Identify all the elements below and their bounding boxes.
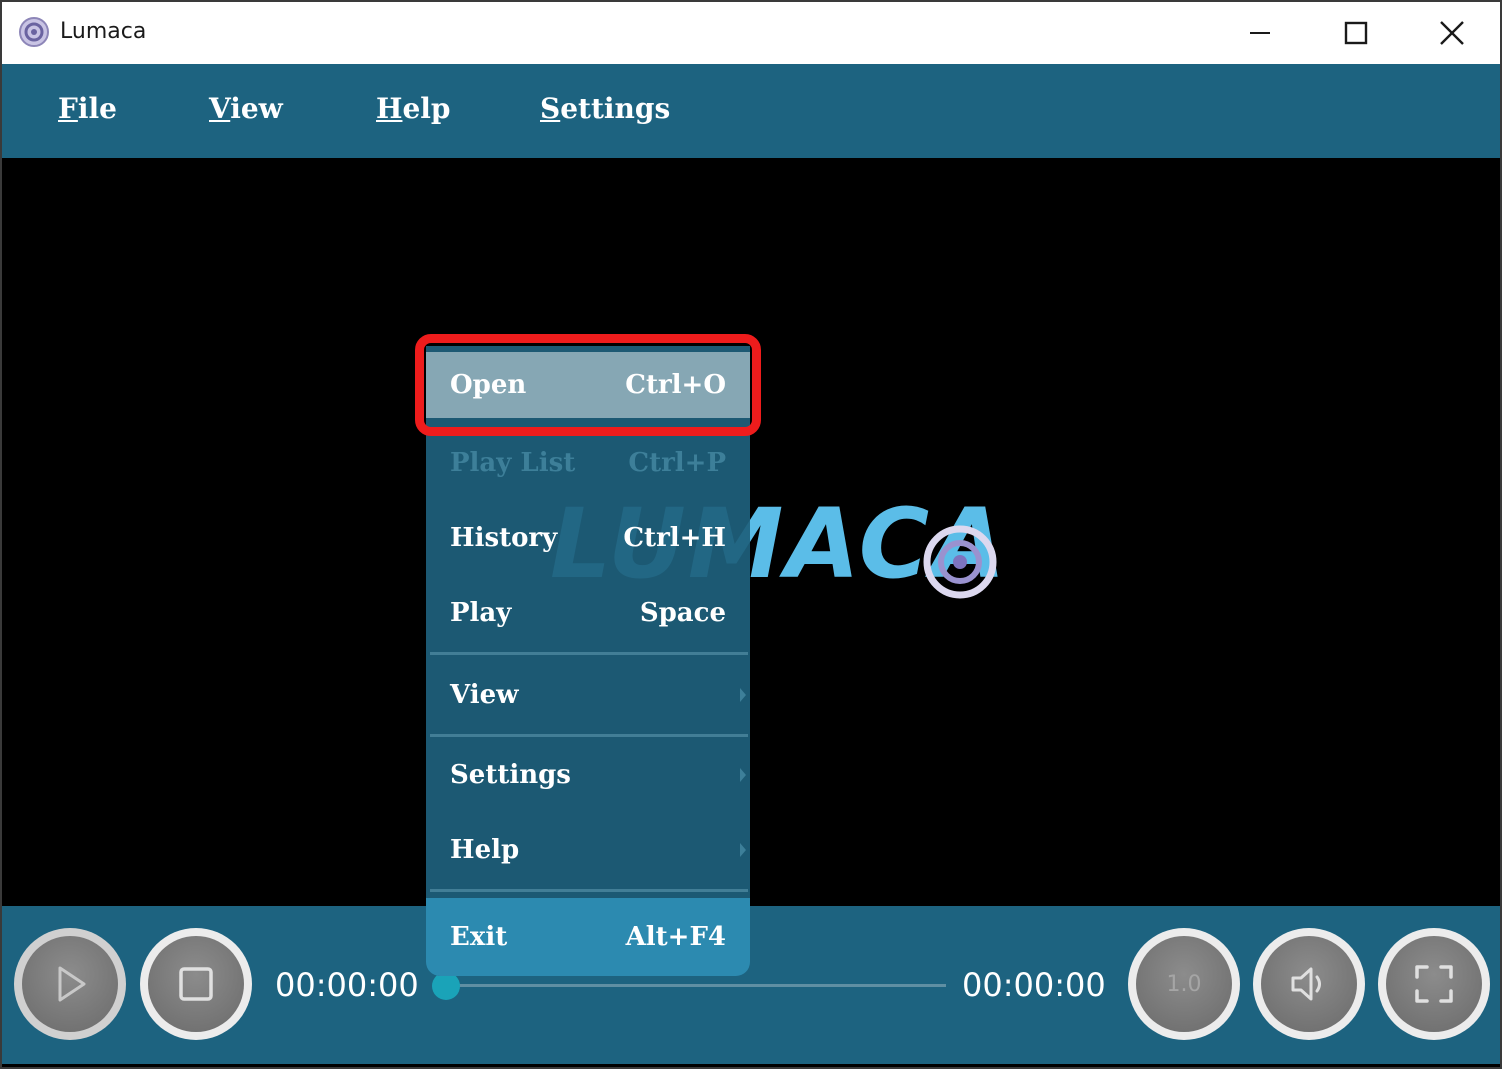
menu-item-history-label: History bbox=[450, 523, 558, 553]
menu-item-exit[interactable]: Exit Alt+F4 bbox=[426, 898, 750, 976]
menu-bar: File View Help Settings bbox=[2, 64, 1500, 158]
stop-button-face bbox=[148, 936, 244, 1032]
maximize-icon bbox=[1344, 21, 1368, 45]
seek-thumb[interactable] bbox=[432, 972, 460, 1000]
file-context-menu: Open Ctrl+O Play List Ctrl+P History Ctr… bbox=[426, 346, 750, 976]
volume-button-face bbox=[1261, 936, 1357, 1032]
play-button[interactable] bbox=[14, 928, 126, 1040]
menu-item-play-shortcut: Space bbox=[639, 598, 726, 628]
menu-settings-mnemonic: S bbox=[540, 92, 561, 125]
title-bar[interactable]: Lumaca bbox=[2, 2, 1500, 64]
menu-item-play[interactable]: Play Space bbox=[426, 580, 750, 646]
speed-button-face: 1.0 bbox=[1136, 936, 1232, 1032]
submenu-arrow-icon bbox=[740, 843, 746, 857]
seek-bar[interactable] bbox=[446, 984, 946, 987]
menu-help-mnemonic: H bbox=[376, 92, 403, 125]
menu-view-mnemonic: V bbox=[209, 92, 231, 125]
volume-icon bbox=[1291, 967, 1321, 1001]
menu-item-history[interactable]: History Ctrl+H bbox=[426, 505, 750, 571]
menu-help-label: elp bbox=[402, 92, 451, 125]
stop-button[interactable] bbox=[140, 928, 252, 1040]
menu-item-exit-shortcut: Alt+F4 bbox=[625, 922, 726, 952]
logo-badge-icon bbox=[923, 525, 997, 599]
speed-button[interactable]: 1.0 bbox=[1128, 928, 1240, 1040]
maximize-button[interactable] bbox=[1308, 2, 1404, 64]
minimize-button[interactable] bbox=[1212, 2, 1308, 64]
playback-controls: 00:00:00 00:00:00 1.0 bbox=[2, 906, 1500, 1064]
fullscreen-button[interactable] bbox=[1378, 928, 1490, 1040]
app-logo-icon bbox=[19, 17, 49, 47]
menu-item-settings[interactable]: Settings bbox=[426, 742, 750, 808]
menu-separator bbox=[430, 652, 748, 655]
close-icon bbox=[1440, 21, 1464, 45]
menu-file-label: ile bbox=[77, 92, 117, 125]
submenu-arrow-icon bbox=[740, 768, 746, 782]
volume-button[interactable] bbox=[1253, 928, 1365, 1040]
menu-item-view-label: View bbox=[450, 680, 519, 710]
menu-item-help[interactable]: Help bbox=[426, 817, 750, 883]
menu-view-label: iew bbox=[230, 92, 283, 125]
fullscreen-button-face bbox=[1386, 936, 1482, 1032]
current-time: 00:00:00 bbox=[275, 966, 419, 1004]
menu-view[interactable]: View bbox=[209, 92, 283, 125]
menu-item-play-list-shortcut: Ctrl+P bbox=[628, 448, 726, 478]
menu-item-play-label: Play bbox=[450, 598, 512, 628]
play-button-face bbox=[22, 936, 118, 1032]
fullscreen-icon bbox=[1415, 965, 1453, 1003]
menu-separator bbox=[430, 889, 748, 892]
open-highlight-outline bbox=[415, 334, 761, 436]
close-button[interactable] bbox=[1404, 2, 1500, 64]
menu-settings-label: ettings bbox=[560, 92, 671, 125]
total-time: 00:00:00 bbox=[962, 966, 1106, 1004]
menu-file-mnemonic: F bbox=[58, 92, 78, 125]
menu-item-play-list: Play List Ctrl+P bbox=[426, 430, 750, 496]
menu-item-settings-label: Settings bbox=[450, 760, 571, 790]
window-title: Lumaca bbox=[60, 19, 147, 44]
app-window: Lumaca File View Help Settings LUMACA 00… bbox=[0, 0, 1502, 1069]
menu-help[interactable]: Help bbox=[376, 92, 451, 125]
menu-item-help-label: Help bbox=[450, 835, 520, 865]
play-icon bbox=[58, 966, 86, 1002]
stop-icon bbox=[179, 967, 213, 1001]
menu-file[interactable]: File bbox=[58, 92, 117, 125]
speed-label: 1.0 bbox=[1166, 971, 1202, 997]
menu-item-play-list-label: Play List bbox=[450, 448, 576, 478]
minimize-icon bbox=[1250, 32, 1270, 34]
submenu-arrow-icon bbox=[740, 688, 746, 702]
menu-item-view[interactable]: View bbox=[426, 662, 750, 728]
menu-separator bbox=[430, 734, 748, 737]
video-area[interactable]: LUMACA bbox=[2, 158, 1500, 906]
menu-item-history-shortcut: Ctrl+H bbox=[623, 523, 726, 553]
menu-item-exit-label: Exit bbox=[450, 922, 508, 952]
menu-settings[interactable]: Settings bbox=[540, 92, 670, 125]
